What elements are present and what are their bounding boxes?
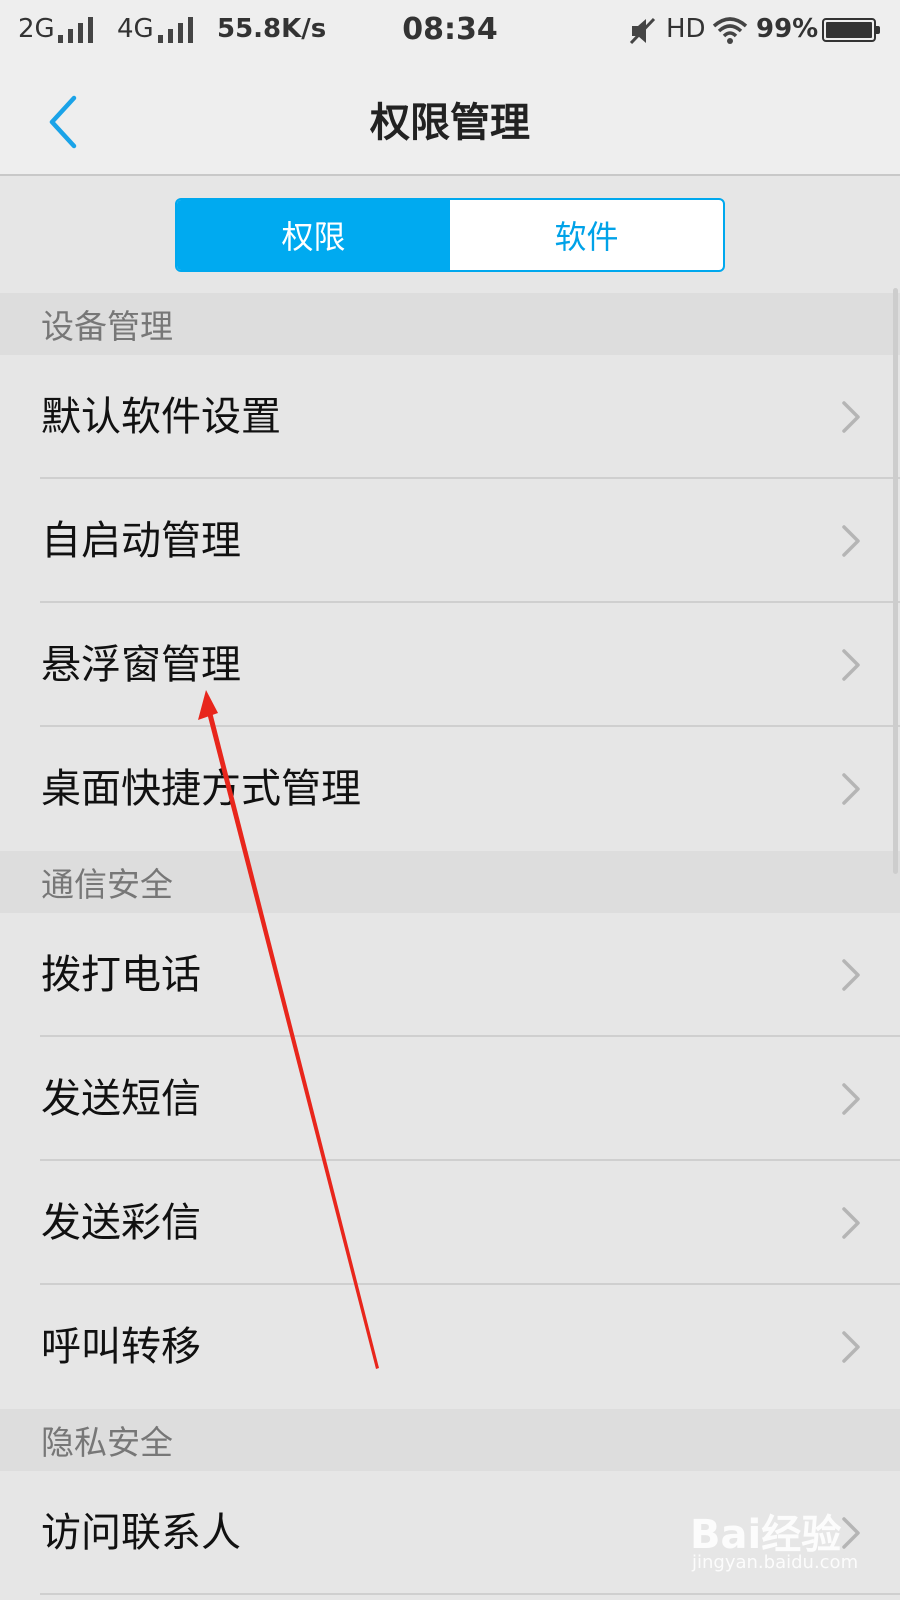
mute-icon [629, 17, 656, 45]
section-header: 设备管理 [0, 293, 900, 355]
nav-bar: 权限管理 [0, 64, 900, 176]
list-item[interactable]: 发送彩信 [0, 1161, 900, 1285]
chevron-right-icon [842, 649, 860, 681]
hd-label: HD [666, 14, 706, 44]
wifi-icon [712, 17, 748, 44]
section-header: 隐私安全 [0, 1409, 900, 1471]
list-item[interactable]: 拨打电话 [0, 913, 900, 1037]
chevron-right-icon [842, 959, 860, 991]
list-item-label: 默认软件设置 [41, 394, 281, 440]
list-item-label: 发送短信 [41, 1076, 201, 1122]
list-item-label: 桌面快捷方式管理 [41, 766, 361, 812]
status-bar: 2G 4G 55.8K/s 08:34 HD 99% [0, 0, 900, 64]
settings-list: 设备管理 默认软件设置 自启动管理 悬浮窗管理 桌面快捷方式管理 通信安全 拨打… [0, 293, 900, 1595]
list-item-label: 发送彩信 [41, 1200, 201, 1246]
list-item[interactable]: 呼叫转移 [0, 1285, 900, 1409]
list-item[interactable]: 自启动管理 [0, 479, 900, 603]
chevron-right-icon [842, 1207, 860, 1239]
battery-percent: 99% [756, 14, 819, 44]
list-item-label: 呼叫转移 [41, 1324, 201, 1370]
tab-software[interactable]: 软件 [450, 200, 723, 270]
chevron-right-icon [842, 401, 860, 433]
watermark: Bai经验 jingyan.baidu.com [690, 1500, 870, 1590]
page-title: 权限管理 [370, 100, 530, 146]
divider [40, 1593, 900, 1595]
segmented-control: 权限 软件 [175, 198, 725, 272]
battery-icon [822, 18, 880, 42]
list-item[interactable]: 默认软件设置 [0, 355, 900, 479]
section-header: 通信安全 [0, 851, 900, 913]
list-item-label: 自启动管理 [41, 518, 241, 564]
tab-permissions[interactable]: 权限 [177, 200, 450, 270]
watermark-url: jingyan.baidu.com [692, 1552, 859, 1573]
chevron-right-icon [842, 1083, 860, 1115]
chevron-right-icon [842, 1331, 860, 1363]
list-item[interactable]: 桌面快捷方式管理 [0, 727, 900, 851]
list-item-label: 拨打电话 [41, 952, 201, 998]
list-item[interactable]: 发送短信 [0, 1037, 900, 1161]
scrollbar[interactable] [893, 288, 898, 874]
list-item-label: 悬浮窗管理 [41, 642, 241, 688]
chevron-right-icon [842, 773, 860, 805]
chevron-right-icon [842, 525, 860, 557]
list-item[interactable]: 悬浮窗管理 [0, 603, 900, 727]
list-item-label: 访问联系人 [41, 1510, 241, 1556]
